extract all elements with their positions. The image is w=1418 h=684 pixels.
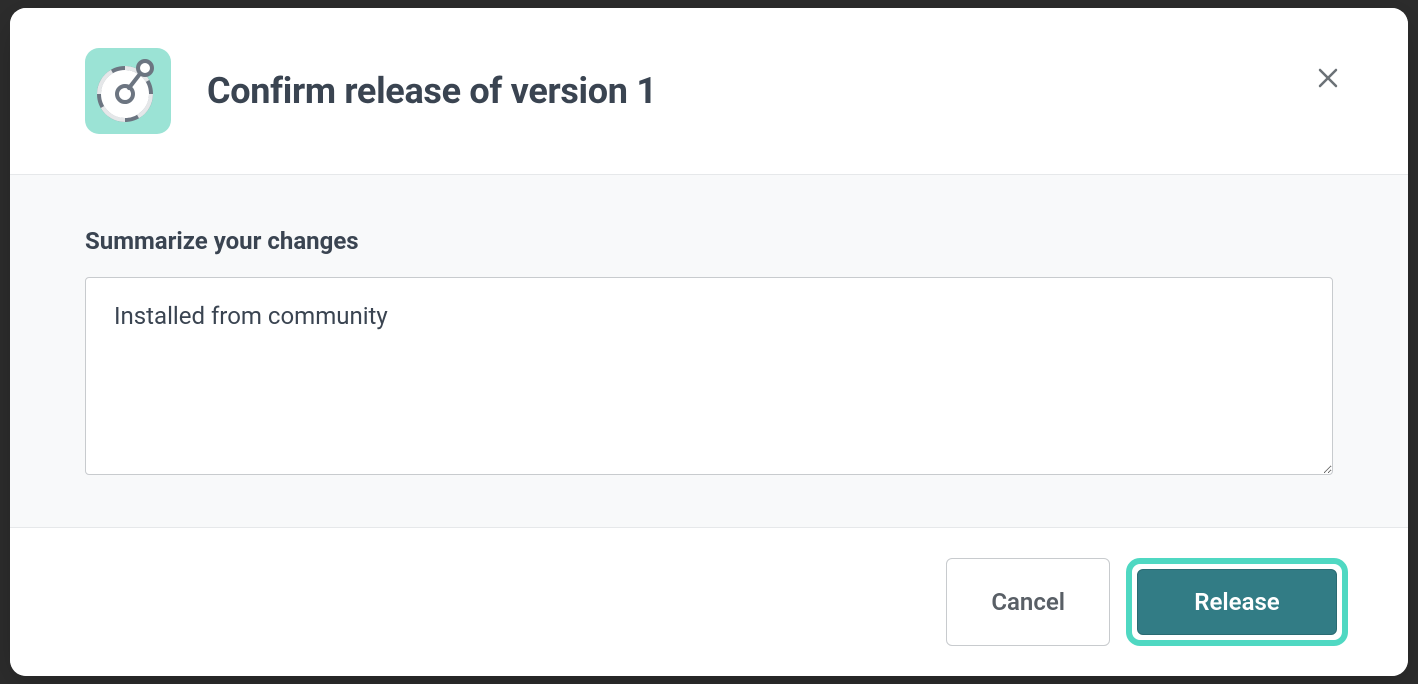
cancel-button[interactable]: Cancel xyxy=(946,558,1110,646)
summary-textarea[interactable] xyxy=(85,277,1333,475)
modal-title: Confirm release of version 1 xyxy=(207,70,657,112)
modal-body: Summarize your changes xyxy=(10,174,1408,528)
modal-footer: Cancel Release xyxy=(10,528,1408,676)
modal-header: Confirm release of version 1 xyxy=(10,8,1408,174)
release-icon xyxy=(85,48,171,134)
release-confirm-modal: Confirm release of version 1 Summarize y… xyxy=(10,8,1408,676)
modal-overlay: Confirm release of version 1 Summarize y… xyxy=(0,0,1418,684)
close-button[interactable] xyxy=(1308,58,1348,98)
release-button[interactable]: Release xyxy=(1137,569,1337,635)
close-icon xyxy=(1316,66,1340,90)
release-highlight: Release xyxy=(1126,558,1348,646)
summary-label: Summarize your changes xyxy=(85,227,1333,255)
